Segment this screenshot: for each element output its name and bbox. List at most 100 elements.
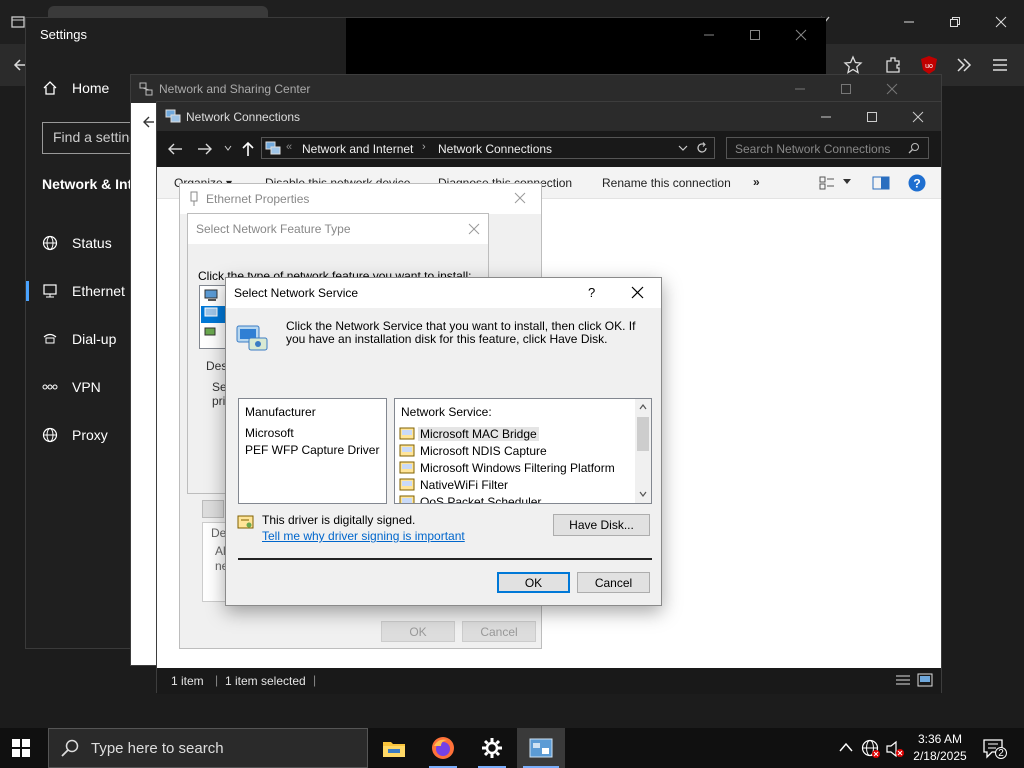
network-service-item-icon bbox=[399, 444, 415, 457]
favorites-star-icon[interactable] bbox=[843, 55, 863, 75]
protocol-icon bbox=[204, 325, 220, 339]
search-network-connections-input[interactable]: Search Network Connections bbox=[726, 137, 929, 159]
network-center-icon bbox=[139, 82, 153, 96]
netsvc-help-button[interactable]: ? bbox=[588, 285, 595, 300]
nsc-maximize-button[interactable] bbox=[823, 75, 869, 103]
firefox-icon[interactable] bbox=[419, 728, 467, 768]
control-panel-taskbar-icon[interactable] bbox=[517, 728, 565, 768]
service-header: Network Service: bbox=[401, 405, 492, 419]
ethprops-partial-button[interactable] bbox=[202, 500, 224, 518]
scroll-down-icon[interactable] bbox=[639, 491, 647, 497]
browser-minimize-button[interactable] bbox=[886, 7, 932, 37]
browser-restore-button[interactable] bbox=[932, 7, 978, 37]
feattype-close-icon[interactable] bbox=[468, 223, 480, 235]
scroll-up-icon[interactable] bbox=[639, 404, 647, 410]
service-list-scrollbar[interactable] bbox=[635, 399, 651, 503]
nsc-titlebar: Network and Sharing Center bbox=[131, 75, 941, 103]
ethprops-ok-button[interactable]: OK bbox=[381, 621, 455, 642]
ethernet-icon bbox=[42, 283, 58, 299]
vpn-icon bbox=[42, 379, 58, 395]
scroll-thumb[interactable] bbox=[637, 417, 649, 451]
taskbar-search-box[interactable]: Type here to search bbox=[48, 728, 368, 768]
file-explorer-icon[interactable] bbox=[370, 728, 418, 768]
manufacturer-item-pef[interactable]: PEF WFP Capture Driver bbox=[239, 442, 386, 459]
show-hidden-icons-icon[interactable] bbox=[839, 741, 853, 753]
address-dropdown-icon[interactable] bbox=[678, 143, 688, 153]
clock-time: 3:36 AM bbox=[917, 732, 963, 746]
network-service-icon bbox=[235, 320, 269, 352]
settings-maximize-button[interactable] bbox=[732, 20, 778, 50]
menu-icon[interactable] bbox=[992, 57, 1008, 73]
service-item[interactable]: Microsoft MAC Bridge bbox=[395, 425, 651, 442]
manufacturer-item-microsoft[interactable]: Microsoft bbox=[239, 425, 386, 442]
driver-signing-link[interactable]: Tell me why driver signing is important bbox=[262, 529, 465, 543]
ethprops-close-icon[interactable] bbox=[514, 192, 526, 204]
nc-minimize-button[interactable] bbox=[803, 102, 849, 131]
settings-minimize-button[interactable] bbox=[686, 20, 732, 50]
status-divider: | bbox=[313, 673, 317, 687]
cancel-button[interactable]: Cancel bbox=[577, 572, 650, 593]
dialup-icon bbox=[42, 331, 58, 347]
service-item-label: Microsoft Windows Filtering Platform bbox=[420, 460, 615, 475]
up-arrow-icon[interactable] bbox=[241, 141, 255, 157]
select-network-service-dialog: Select Network Service ? Click the Netwo… bbox=[225, 277, 662, 606]
preview-pane-icon[interactable] bbox=[872, 175, 890, 191]
ok-button[interactable]: OK bbox=[497, 572, 570, 593]
back-arrow-icon[interactable] bbox=[167, 142, 183, 156]
feattype-titlebar: Select Network Feature Type bbox=[188, 214, 488, 244]
tab-actions-icon[interactable] bbox=[10, 14, 26, 30]
service-item[interactable]: Microsoft Windows Filtering Platform bbox=[395, 459, 651, 476]
signed-text: This driver is digitally signed. bbox=[262, 513, 416, 527]
nc-status-bar: 1 item | 1 item selected | bbox=[157, 668, 941, 694]
settings-close-button[interactable] bbox=[778, 20, 824, 50]
globe-icon bbox=[42, 235, 58, 251]
nsc-minimize-button[interactable] bbox=[777, 75, 823, 103]
clock[interactable]: 3:36 AM 2/18/2025 bbox=[910, 731, 970, 765]
rename-connection-command[interactable]: Rename this connection bbox=[602, 176, 731, 190]
network-service-item-icon bbox=[399, 478, 415, 491]
settings-gear-icon[interactable] bbox=[468, 728, 516, 768]
breadcrumb-network-and-internet[interactable]: Network and Internet bbox=[302, 142, 413, 156]
forward-arrow-icon[interactable] bbox=[197, 142, 213, 156]
network-connections-icon bbox=[165, 109, 181, 123]
service-item[interactable]: Microsoft NDIS Capture bbox=[395, 442, 651, 459]
service-item[interactable]: NativeWiFi Filter bbox=[395, 476, 651, 493]
service-items: Microsoft MAC Bridge Microsoft NDIS Capt… bbox=[395, 425, 651, 503]
more-tools-icon[interactable] bbox=[955, 56, 973, 74]
help-icon[interactable]: ? bbox=[908, 174, 926, 192]
svg-text:uo: uo bbox=[925, 63, 933, 70]
view-dropdown-icon[interactable] bbox=[843, 179, 851, 185]
breadcrumb-network-connections[interactable]: Network Connections bbox=[438, 142, 552, 156]
notification-center-icon[interactable]: 2 bbox=[982, 738, 1007, 760]
nsc-close-button[interactable] bbox=[869, 75, 915, 103]
network-status-icon[interactable] bbox=[861, 739, 881, 759]
refresh-icon[interactable] bbox=[696, 142, 708, 154]
settings-home-link[interactable]: Home bbox=[42, 80, 109, 96]
manufacturer-list[interactable]: Manufacturer Microsoft PEF WFP Capture D… bbox=[238, 398, 387, 504]
more-commands-button[interactable]: » bbox=[753, 175, 760, 189]
extensions-icon[interactable] bbox=[883, 55, 903, 75]
have-disk-button[interactable]: Have Disk... bbox=[553, 514, 650, 536]
browser-close-button[interactable] bbox=[978, 7, 1024, 37]
search-icon bbox=[908, 142, 920, 154]
nsc-back-icon[interactable] bbox=[141, 115, 155, 129]
ethprops-cancel-button[interactable]: Cancel bbox=[462, 621, 536, 642]
windows-start-icon[interactable] bbox=[12, 739, 30, 757]
ethernet-adapter-icon bbox=[188, 191, 200, 207]
ublock-icon[interactable]: uo bbox=[920, 55, 938, 75]
breadcrumb-overflow-icon[interactable]: « bbox=[286, 141, 292, 153]
volume-muted-icon[interactable] bbox=[885, 739, 905, 759]
details-view-icon[interactable] bbox=[895, 673, 911, 687]
service-item[interactable]: QoS Packet Scheduler bbox=[395, 493, 651, 503]
nc-maximize-button[interactable] bbox=[849, 102, 895, 131]
large-icons-view-icon[interactable] bbox=[917, 673, 933, 687]
network-service-list[interactable]: Network Service: Microsoft MAC Bridge Mi… bbox=[394, 398, 652, 504]
service-icon bbox=[204, 307, 220, 321]
change-view-icon[interactable] bbox=[819, 175, 835, 191]
settings-titlebar-region bbox=[346, 18, 826, 74]
nc-close-button[interactable] bbox=[895, 102, 941, 131]
netsvc-close-icon[interactable] bbox=[631, 286, 644, 299]
recent-locations-chevron-icon[interactable] bbox=[224, 144, 232, 152]
breadcrumb-separator-icon: › bbox=[422, 141, 426, 153]
address-breadcrumb[interactable]: « Network and Internet › Network Connect… bbox=[261, 137, 715, 159]
